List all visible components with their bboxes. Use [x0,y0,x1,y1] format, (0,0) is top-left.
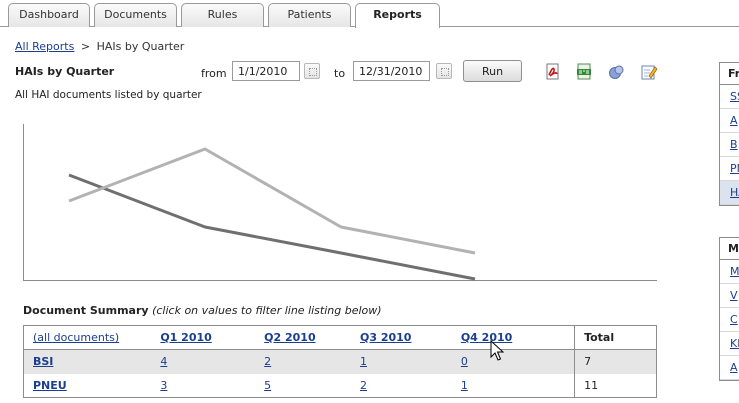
row-label-cell[interactable]: PNEU [24,374,152,398]
breadcrumb-all-reports-link[interactable]: All Reports [15,40,74,53]
value-link[interactable]: 2 [264,355,271,368]
chart-type-icon[interactable] [607,63,625,81]
to-label: to [334,67,346,80]
table-cell[interactable]: 3 [151,374,255,398]
column-header-total: Total [574,325,657,350]
column-header-q4[interactable]: Q4 2010 [451,325,575,350]
breadcrumb-separator: > [80,40,91,53]
right-panel-bottom-item[interactable]: C [720,308,739,332]
right-panel-bottom-item[interactable]: A [720,356,739,380]
row-total-cell: 11 [574,373,657,398]
right-panel-top-item[interactable]: PN [720,157,739,181]
chart-series-line-2 [68,147,476,255]
column-header-q2[interactable]: Q2 2010 [255,325,351,350]
from-calendar-icon[interactable] [304,63,320,79]
chart-series-line-1 [68,173,476,281]
right-panel-link[interactable]: A [730,361,738,374]
column-header-q3[interactable]: Q3 2010 [351,325,452,350]
tab-patients[interactable]: Patients [268,3,351,27]
right-panel-top-header: Fr [720,63,739,85]
right-panel-top-item[interactable]: SS [720,85,739,109]
pdf-icon[interactable] [544,63,562,81]
table-cell[interactable]: 2 [255,349,351,374]
table-cell[interactable]: 1 [452,374,575,398]
right-panel-link[interactable]: C [730,313,738,326]
to-calendar-icon[interactable] [436,63,452,79]
table-cell[interactable]: 5 [255,374,351,398]
mouse-pointer-icon [490,340,504,361]
run-button[interactable]: Run [463,60,522,82]
all-documents-link[interactable]: (all documents) [33,331,119,344]
table-cell[interactable]: 0 [451,349,575,374]
row-label-link[interactable]: PNEU [33,379,67,392]
right-panel-link[interactable]: V [730,289,738,302]
breadcrumb-current: HAIs by Quarter [96,40,185,53]
right-panel-bottom-item[interactable]: M [720,260,739,284]
q4-header-link[interactable]: Q4 2010 [461,331,512,344]
value-link[interactable]: 2 [360,379,367,392]
right-panel-link[interactable]: PN [730,162,739,175]
right-panel-link[interactable]: Kl [730,337,739,350]
value-link[interactable]: 0 [461,355,468,368]
table-row: BSI 4 2 1 0 7 [23,349,657,374]
tab-rules[interactable]: Rules [181,3,264,27]
edit-note-icon[interactable] [640,63,658,81]
report-description: All HAI documents listed by quarter [15,89,202,101]
document-summary-heading: Document Summary (click on values to fil… [23,304,382,317]
csv-icon[interactable] [575,63,593,81]
right-panel-top-item-selected[interactable]: HA [720,181,739,205]
right-panel-bottom-header: M [720,238,739,260]
right-panel-top-item[interactable]: B [720,133,739,157]
breadcrumb: All Reports > HAIs by Quarter [15,40,184,53]
value-link[interactable]: 4 [160,355,167,368]
row-total-cell: 7 [574,349,657,374]
table-cell[interactable]: 2 [351,374,452,398]
right-panel-top-item[interactable]: A [720,109,739,133]
document-summary-title: Document Summary [23,304,149,317]
column-header-all-documents[interactable]: (all documents) [23,325,152,350]
document-summary-table: (all documents) Q1 2010 Q2 2010 Q3 2010 … [23,325,657,398]
right-panel-link[interactable]: SS [730,90,739,103]
right-panel-top: Fr SS A B PN HA [719,62,739,206]
column-header-q1[interactable]: Q1 2010 [151,325,256,350]
tab-documents[interactable]: Documents [94,3,177,27]
value-link[interactable]: 1 [360,355,367,368]
value-link[interactable]: 1 [461,379,468,392]
right-panel-link[interactable]: HA [730,186,739,199]
right-panel-link[interactable]: M [730,265,739,278]
value-link[interactable]: 5 [264,379,271,392]
value-link[interactable]: 3 [160,379,167,392]
table-cell[interactable]: 4 [151,349,256,374]
page-title: HAIs by Quarter [15,65,115,78]
table-row: PNEU 3 5 2 1 11 [24,373,657,398]
q1-header-link[interactable]: Q1 2010 [160,331,211,344]
tab-dashboard[interactable]: Dashboard [8,3,90,27]
q2-header-link[interactable]: Q2 2010 [264,331,315,344]
from-label: from [201,67,227,80]
main-tab-bar: Dashboard Documents Rules Patients Repor… [0,0,739,28]
table-header-row: (all documents) Q1 2010 Q2 2010 Q3 2010 … [23,325,657,350]
right-panel-link[interactable]: B [730,138,738,151]
q3-header-link[interactable]: Q3 2010 [360,331,411,344]
from-date-input[interactable] [232,61,300,81]
table-cell[interactable]: 1 [351,349,452,374]
quarterly-hai-line-chart [23,124,657,281]
to-date-input[interactable] [353,61,430,81]
right-panel-bottom: M M V C Kl A [719,237,739,381]
row-label-cell[interactable]: BSI [23,349,152,374]
right-panel-bottom-item[interactable]: Kl [720,332,739,356]
right-panel-bottom-item[interactable]: V [720,284,739,308]
document-summary-hint: (click on values to filter line listing … [152,304,382,317]
row-label-link[interactable]: BSI [33,355,53,368]
tab-reports[interactable]: Reports [355,3,440,28]
right-panel-link[interactable]: A [730,114,738,127]
